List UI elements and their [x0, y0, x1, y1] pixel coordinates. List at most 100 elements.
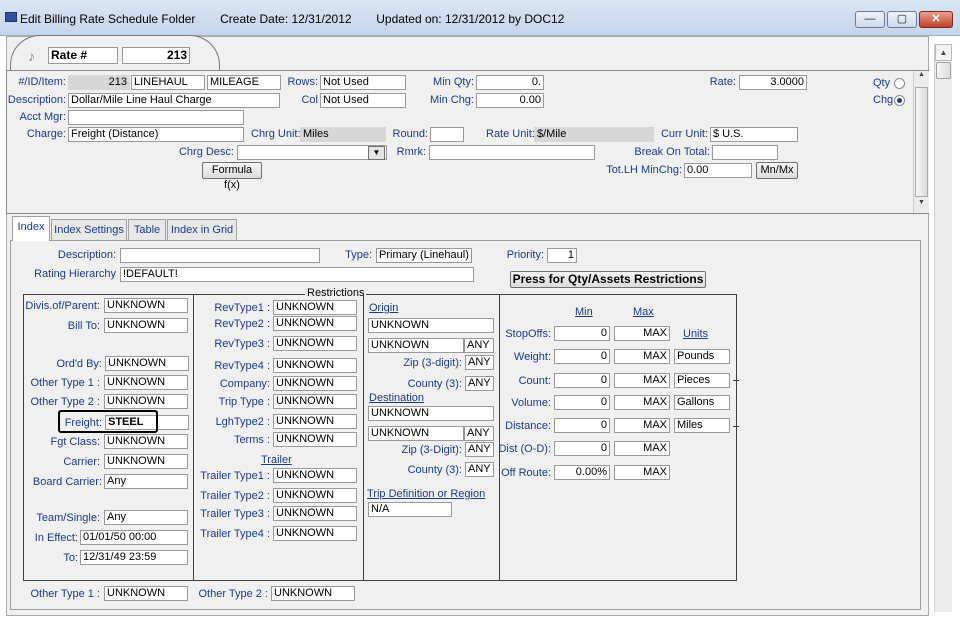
rate-unit-label: Rate Unit:: [486, 128, 535, 140]
tot-lh-minchg-field[interactable]: 0.00: [684, 163, 752, 178]
trailer-type1-field[interactable]: UNKNOWN: [273, 468, 357, 483]
qty-radio[interactable]: [894, 78, 905, 89]
bottom-other-type-1-field[interactable]: UNKNOWN: [104, 586, 188, 601]
index-description-field[interactable]: [120, 248, 320, 263]
trailer-type4-field[interactable]: UNKNOWN: [273, 526, 357, 541]
break-on-total-field[interactable]: [712, 145, 778, 160]
destination-county-field[interactable]: ANY: [465, 462, 494, 477]
mn-mx-button[interactable]: Mn/Mx: [756, 162, 798, 179]
board-carrier-field[interactable]: Any: [104, 474, 188, 489]
other-type-2-field[interactable]: UNKNOWN: [104, 394, 188, 409]
revtype4-field[interactable]: UNKNOWN: [273, 358, 357, 373]
volume-unit-field[interactable]: Gallons: [674, 395, 730, 410]
destination-sub-any-field[interactable]: ANY: [464, 426, 494, 441]
stopoffs-max-field[interactable]: MAX: [614, 326, 670, 341]
scroll-up-icon[interactable]: ▲: [935, 44, 952, 61]
revtype1-field[interactable]: UNKNOWN: [273, 300, 357, 315]
dist-od-min-field[interactable]: 0: [554, 441, 610, 456]
trailer-type2-field[interactable]: UNKNOWN: [273, 488, 357, 503]
close-button[interactable]: ✕: [919, 11, 953, 28]
trip-type-field[interactable]: UNKNOWN: [273, 394, 357, 409]
tab-index-in-grid[interactable]: Index in Grid: [167, 219, 237, 240]
min-chg-field[interactable]: 0.00: [476, 93, 544, 108]
bill-to-field[interactable]: UNKNOWN: [104, 318, 188, 333]
rate-field[interactable]: 3.0000: [739, 75, 807, 90]
destination-sub-field[interactable]: UNKNOWN: [368, 426, 464, 441]
header-scroll-down-icon[interactable]: ▼: [914, 199, 929, 213]
id-name-field[interactable]: LINEHAUL: [131, 75, 205, 90]
divis-parent-field[interactable]: UNKNOWN: [104, 298, 188, 313]
scroll-thumb[interactable]: [936, 62, 951, 79]
off-route-min-field[interactable]: 0.00%: [554, 465, 610, 480]
dist-od-max-field[interactable]: MAX: [614, 441, 670, 456]
origin-sub-field[interactable]: UNKNOWN: [368, 338, 464, 353]
off-route-max-field[interactable]: MAX: [614, 465, 670, 480]
stopoffs-min-field[interactable]: 0: [554, 326, 610, 341]
company-field[interactable]: UNKNOWN: [273, 376, 357, 391]
header-scrollbar[interactable]: ▲ ▼: [913, 71, 929, 213]
trailer-type4-label: Trailer Type4 :: [200, 528, 270, 540]
terms-field[interactable]: UNKNOWN: [273, 432, 357, 447]
round-field[interactable]: [430, 127, 464, 142]
rows-field[interactable]: Not Used: [320, 75, 406, 90]
volume-label: Volume:: [511, 397, 551, 409]
rate-number-field[interactable]: 213: [122, 47, 190, 64]
revtype2-field[interactable]: UNKNOWN: [273, 316, 357, 331]
trailer-type3-field[interactable]: UNKNOWN: [273, 506, 357, 521]
curr-unit-field[interactable]: $ U.S.: [710, 127, 798, 142]
weight-max-field[interactable]: MAX: [614, 349, 670, 364]
acct-mgr-field[interactable]: [68, 110, 244, 125]
other-type-1-field[interactable]: UNKNOWN: [104, 375, 188, 390]
description-field[interactable]: Dollar/Mile Line Haul Charge: [68, 93, 280, 108]
rate-field-label: Rate:: [709, 76, 736, 88]
tab-index[interactable]: Index: [12, 216, 50, 241]
revtype3-field[interactable]: UNKNOWN: [273, 336, 357, 351]
lghtype2-field[interactable]: UNKNOWN: [273, 414, 357, 429]
bottom-other-type-2-field[interactable]: UNKNOWN: [271, 586, 355, 601]
header-scroll-thumb[interactable]: [915, 87, 928, 197]
volume-min-field[interactable]: 0: [554, 395, 610, 410]
tab-table[interactable]: Table: [128, 219, 166, 240]
rating-hierarchy-field[interactable]: !DEFAULT!: [120, 267, 474, 282]
window-scrollbar[interactable]: ▲: [934, 44, 952, 612]
priority-field[interactable]: 1: [547, 248, 577, 263]
item-field[interactable]: MILEAGE: [207, 75, 281, 90]
press-restrictions-button[interactable]: Press for Qty/Assets Restrictions: [510, 271, 706, 288]
fgt-class-field[interactable]: UNKNOWN: [104, 434, 188, 449]
count-unit-field[interactable]: Pieces: [674, 373, 730, 388]
maximize-button[interactable]: ▢: [887, 11, 917, 28]
distance-unit-field[interactable]: Miles: [674, 418, 730, 433]
acct-mgr-label: Acct Mgr:: [19, 111, 66, 123]
destination-field[interactable]: UNKNOWN: [368, 406, 494, 421]
origin-field[interactable]: UNKNOWN: [368, 318, 494, 333]
distance-max-field[interactable]: MAX: [614, 418, 670, 433]
count-min-field[interactable]: 0: [554, 373, 610, 388]
origin-sub-any-field[interactable]: ANY: [464, 338, 494, 353]
distance-min-field[interactable]: 0: [554, 418, 610, 433]
minimize-button[interactable]: —: [855, 11, 885, 28]
min-qty-field[interactable]: 0.: [476, 75, 544, 90]
chrg-desc-field[interactable]: [237, 145, 387, 160]
origin-county-field[interactable]: ANY: [465, 376, 494, 391]
tab-index-settings[interactable]: Index Settings: [51, 219, 127, 240]
weight-min-field[interactable]: 0: [554, 349, 610, 364]
col-field[interactable]: Not Used: [320, 93, 406, 108]
chg-radio[interactable]: [894, 95, 905, 106]
charge-field[interactable]: Freight (Distance): [68, 127, 244, 142]
origin-zip-field[interactable]: ANY: [465, 355, 494, 370]
weight-unit-field[interactable]: Pounds: [674, 349, 730, 364]
team-single-field[interactable]: Any: [104, 510, 188, 525]
trip-definition-field[interactable]: N/A: [368, 502, 452, 517]
type-field[interactable]: Primary (Linehaul): [376, 248, 472, 263]
destination-zip-field[interactable]: ANY: [465, 442, 494, 457]
in-effect-field[interactable]: 01/01/50 00:00: [80, 530, 188, 545]
carrier-field[interactable]: UNKNOWN: [104, 454, 188, 469]
header-scroll-up-icon[interactable]: ▲: [914, 71, 929, 85]
to-field[interactable]: 12/31/49 23:59: [80, 550, 188, 565]
col-label: Col: [301, 94, 318, 106]
rmrk-field[interactable]: [429, 145, 595, 160]
count-max-field[interactable]: MAX: [614, 373, 670, 388]
volume-max-field[interactable]: MAX: [614, 395, 670, 410]
ordd-by-field[interactable]: UNKNOWN: [105, 356, 189, 371]
formula-button[interactable]: Formula f(x): [202, 162, 262, 191]
